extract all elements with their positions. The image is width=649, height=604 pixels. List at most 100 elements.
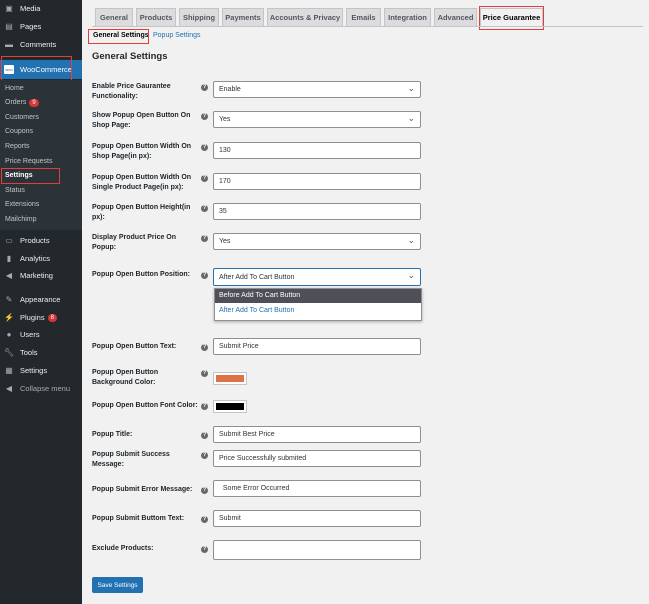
help-icon[interactable]: ? [201,452,208,459]
save-settings-button[interactable]: Save Settings [92,577,143,593]
field-label: Popup Title: [92,431,133,438]
button-width-single-input[interactable]: 170 [213,173,421,190]
help-icon[interactable]: ? [201,84,208,91]
button-bg-color-swatch[interactable] [213,372,247,385]
enable-functionality-select[interactable]: Enable [213,81,421,98]
field-label: Exclude Products: [92,545,154,552]
submenu-customers[interactable]: Customers [5,114,39,121]
menu-pages[interactable]: ▤ Pages [0,18,82,35]
field-label: Popup Open Button Width On Shop Page(in … [92,143,192,160]
menu-appearance[interactable]: ✎ Appearance [0,291,82,308]
submenu-mailchimp[interactable]: Mailchimp [5,216,37,223]
tab-products[interactable]: Products [136,8,176,26]
tab-emails[interactable]: Emails [346,8,381,26]
help-icon[interactable]: ? [201,432,208,439]
orders-count-badge: 9 [29,99,39,107]
submenu-price-requests[interactable]: Price Requests [5,158,52,165]
field-label: Popup Submit Success Message: [92,451,170,468]
display-price-select[interactable]: Yes [213,233,421,250]
collapse-icon: ◀ [5,384,13,393]
position-dropdown-list: Before Add To Cart Button After Add To C… [214,288,422,321]
media-icon: ▣ [5,4,13,13]
menu-plugins[interactable]: ⚡ Plugins 8 [0,309,82,326]
menu-products[interactable]: ▭ Products [0,232,82,249]
popup-title-input[interactable]: Submit Best Price [213,426,421,443]
option-after-add-to-cart[interactable]: After Add To Cart Button [215,303,421,318]
tab-general[interactable]: General [95,8,133,26]
analytics-icon: ▮ [6,254,12,263]
help-icon[interactable]: ? [201,272,208,279]
users-icon: ● [6,330,12,339]
plugins-count-badge: 8 [47,313,57,322]
pages-icon: ▤ [5,22,13,31]
tab-payments[interactable]: Payments [222,8,264,26]
field-label: Popup Submit Error Message: [92,486,193,493]
help-icon[interactable]: ? [201,403,208,410]
show-popup-shop-select[interactable]: Yes [213,111,421,128]
current-menu-arrow [78,65,86,73]
collapse-menu[interactable]: ◀ Collapse menu [0,380,82,397]
field-label: Display Product Price On Popup: [92,234,177,251]
field-label: Popup Open Button Font Color: [92,402,198,409]
plugin-icon: ⚡ [4,313,14,322]
error-message-input[interactable]: Some Error Occurred [213,480,421,497]
tab-integration[interactable]: Integration [384,8,431,26]
color-fill [216,375,244,382]
submenu-orders[interactable]: Orders 9 [5,99,39,107]
submenu-home[interactable]: Home [5,85,24,92]
field-label: Show Popup Open Button On Shop Page: [92,112,191,129]
section-heading: General Settings [92,51,168,62]
comments-icon: ▬ [5,40,13,49]
help-icon[interactable]: ? [201,113,208,120]
field-label: Popup Open Button Position: [92,271,190,278]
help-icon[interactable]: ? [201,175,208,182]
menu-marketing[interactable]: ◀ Marketing [0,267,82,284]
help-icon[interactable]: ? [201,144,208,151]
help-icon[interactable]: ? [201,516,208,523]
field-label: Enable Price Gaurantee Functionality: [92,83,171,100]
menu-tools[interactable]: 🔧︎ Tools [0,344,82,361]
highlight-box [88,29,149,44]
highlight-box [1,56,72,82]
products-icon: ▭ [5,236,13,245]
button-font-color-swatch[interactable] [213,400,247,413]
admin-sidebar: ▣ Media ▤ Pages ▬ Comments woo WooCommerce H… [0,0,86,604]
help-icon[interactable]: ? [201,546,208,553]
submit-button-text-input[interactable]: Submit [213,510,421,527]
field-label: Popup Submit Buttom Text: [92,515,185,522]
color-fill [216,403,244,410]
submenu-coupons[interactable]: Coupons [5,128,33,135]
field-label: Popup Open Button Height(in px): [92,204,191,221]
tab-advanced[interactable]: Advanced [434,8,477,26]
button-width-shop-input[interactable]: 130 [213,142,421,159]
option-before-add-to-cart[interactable]: Before Add To Cart Button [215,289,421,303]
menu-analytics[interactable]: ▮ Analytics [0,250,82,267]
submenu-reports[interactable]: Reports [5,143,30,150]
field-label: Popup Open Button Text: [92,343,177,350]
button-text-input[interactable]: Submit Price [213,338,421,355]
button-height-input[interactable]: 35 [213,203,421,220]
highlight-box [1,168,60,184]
help-icon[interactable]: ? [201,205,208,212]
menu-users[interactable]: ● Users [0,326,82,343]
tab-shipping[interactable]: Shipping [179,8,219,26]
wrench-icon: 🔧︎ [4,348,15,357]
field-label: Popup Open Button Background Color: [92,369,159,386]
success-message-input[interactable]: Price Successfully submited [213,450,421,467]
button-position-select[interactable]: After Add To Cart Button [213,268,421,286]
submenu-status[interactable]: Status [5,187,25,194]
help-icon[interactable]: ? [201,344,208,351]
help-icon[interactable]: ? [201,487,208,494]
woocommerce-submenu: Home Orders 9 Customers Coupons Reports P… [0,80,82,230]
menu-settings[interactable]: ▦ Settings [0,362,82,379]
exclude-products-input[interactable] [213,540,421,560]
help-icon[interactable]: ? [201,370,208,377]
menu-comments[interactable]: ▬ Comments [0,36,82,53]
subtab-popup-settings[interactable]: Popup Settings [153,32,200,39]
tab-divider [92,26,643,27]
help-icon[interactable]: ? [201,235,208,242]
brush-icon: ✎ [5,295,13,304]
submenu-extensions[interactable]: Extensions [5,201,39,208]
menu-media[interactable]: ▣ Media [0,0,82,17]
tab-accounts-privacy[interactable]: Accounts & Privacy [267,8,343,26]
